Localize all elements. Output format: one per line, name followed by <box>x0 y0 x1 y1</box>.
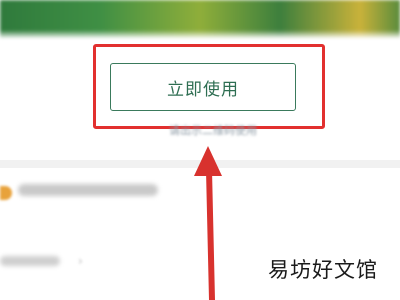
qr-code-hint: 请出示二维码使用 <box>169 124 257 137</box>
coupon-info-text <box>18 184 158 196</box>
details-row[interactable]: › <box>0 254 120 268</box>
highlight-box <box>93 44 325 129</box>
coupon-info-row[interactable] <box>0 178 400 212</box>
watermark: 易坊好文馆 <box>268 258 378 282</box>
coupon-detail-page: 立即使用 请出示二维码使用 › 易坊好文馆 <box>0 0 400 300</box>
details-row-text <box>0 256 60 266</box>
coupon-icon <box>0 186 12 200</box>
coupon-banner-image <box>0 0 400 38</box>
section-divider <box>0 160 400 168</box>
chevron-right-icon: › <box>78 254 83 268</box>
